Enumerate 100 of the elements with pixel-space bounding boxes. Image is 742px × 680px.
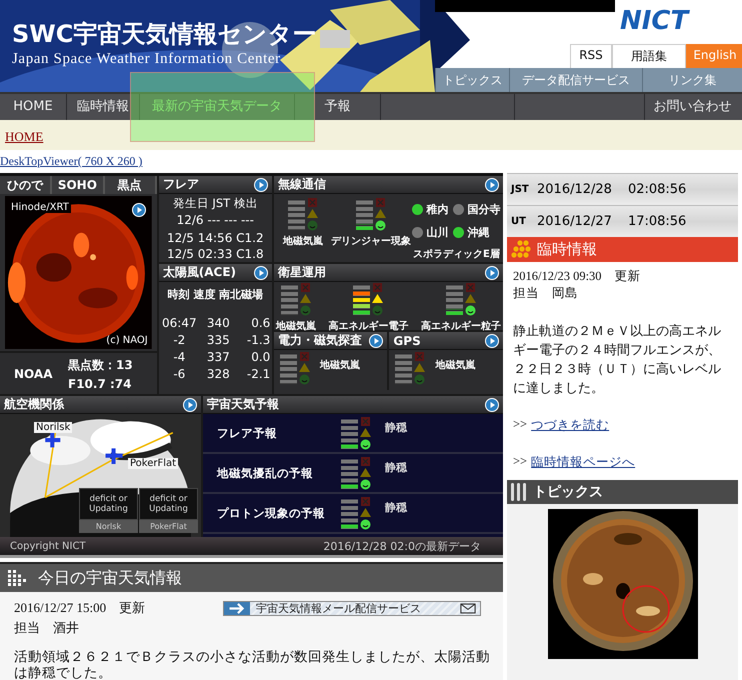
mail-service-button[interactable]: 宇宙天気情報メール配信サービス [223,601,481,616]
play-icon[interactable] [485,334,499,348]
panel-title: 太陽風(ACE) [162,264,236,281]
map-label: Norilsk [34,422,72,433]
timezone-label: JST [511,184,529,195]
status-signs-drawing [414,352,426,385]
header-link[interactable]: RSS [570,44,612,69]
update-time: 2016/12/27 15:00 更新 [14,599,146,617]
copyright: Copyright NICT [10,540,86,552]
station-name: 国分寺 [467,202,500,217]
table-cell-text: -4 [172,350,186,364]
grid-icon [8,570,26,586]
flare-entry: 12/6 --- --- --- [176,213,254,227]
status-signs-drawing [360,496,371,530]
meter-label: スポラディックE層 [413,248,500,261]
station-name: 稚内 [426,202,448,217]
panel-title: GPS [393,334,421,348]
forecast-label: プロトン現象の予報 [217,506,326,520]
status-signs-drawing [360,456,371,490]
text-link[interactable]: つづきを読む [531,417,610,434]
panel-title: 宇宙天気予報 [207,396,279,413]
sunspot-count: 黒点数：13 [68,357,133,374]
breadcrumb-link[interactable]: HOME [5,129,44,144]
meter-label: 地磁気嵐 [435,358,476,372]
map-label: PokerFlat [128,458,178,469]
flare-entry: 12/5 14:56 C1.2 [166,231,264,245]
timezone-label: UT [511,216,527,227]
link-prefix: >> [513,454,528,470]
image-tab[interactable]: ひので [0,176,52,194]
image-tab[interactable]: 黒点 [104,176,157,194]
status-signs-drawing [298,352,310,385]
table-cell-text: -1.3 [246,333,270,347]
status-signs-drawing [374,198,386,231]
station-name: 山川 [426,225,448,240]
panel-title: 航空機関係 [4,396,64,413]
status-box: deficit or Updating [139,488,198,520]
play-icon[interactable] [369,334,384,348]
table-cell-text: 06:47 [161,316,198,330]
author: 担当 酒井 [14,619,80,637]
table-cell-text: 0.0 [250,350,270,364]
nav-tab[interactable]: お問い合わせ [645,94,740,120]
forecast-status: 静穏 [385,460,407,475]
place-label: Norlsk [94,521,122,533]
forecast-status: 静穏 [385,500,407,515]
text-link[interactable]: 臨時情報ページへ [531,454,636,471]
table-cell-text: 340 [206,316,231,330]
alert-text: 静止軌道の２ＭｅＶ以上の高エネルギー電子の２４時間フルエンスが、２２日２３時（ＵＴ）に高いレベルに達しました。 [513,322,722,397]
play-icon[interactable] [254,178,268,192]
dots-icon [511,240,533,260]
panel-title: 電力・磁気探査 [278,332,362,349]
image-label: Hinode/XRT [9,202,71,213]
desktop-viewer-link[interactable]: DeskTopViewer( 760 X 260 ) [0,154,142,169]
meter-label: 高エネルギー粒子 [421,319,501,333]
clock-date: 2016/12/27 [537,214,612,229]
play-icon[interactable] [485,266,499,280]
link-prefix: >> [513,417,528,433]
section-title: 臨時情報 [537,240,597,259]
status-signs-drawing [306,198,318,231]
play-icon[interactable] [254,266,268,280]
image-tab[interactable]: SOHO [52,176,104,194]
header-link[interactable]: 用語集 [612,44,686,69]
table-cell-text: 337 [206,350,231,364]
table-cell-text: 0.6 [250,316,270,330]
author: 担当 岡島 [513,285,579,302]
update-time: 2016/12/23 09:30 更新 [513,268,642,285]
site-logo-subtitle: Japan Space Weather Information Center [12,51,282,68]
table-cell-text: -2.1 [246,367,270,381]
table-cell-text: 335 [206,333,231,347]
status-box: deficit or Updating [79,488,138,520]
section-title: トピックス [533,483,603,501]
panel-title: 衛星運用 [278,264,326,281]
clock-date: 2016/12/28 [537,182,612,197]
table-cell-text: -2 [172,333,186,347]
forecast-status: 静穏 [385,420,407,435]
station-name: 沖縄 [467,225,490,240]
meter-label: 高エネルギー電子 [328,319,408,333]
image-credit: (c) NAOJ [106,335,148,346]
flare-entry: 12/5 02:33 C1.8 [166,247,264,261]
forecast-label: フレア予報 [217,426,278,440]
report-text: 活動領域２６２１でＢクラスの小さな活動が数回発生しましたが、太陽活動は静穏でした。 [14,649,491,680]
status-signs-drawing [360,416,371,450]
bars-icon [511,483,527,501]
meter-label: デリンジャー現象 [330,234,411,248]
site-logo-title[interactable]: SWC宇宙天気情報センター [12,18,316,50]
envelope-icon [460,603,476,614]
panel-title: フレア [162,176,199,193]
panel-title: 無線通信 [278,176,326,193]
play-icon[interactable] [183,398,197,412]
play-icon[interactable] [485,398,499,412]
column-header: 時刻 速度 南北磁場 [167,287,264,302]
meter-label: 地磁気嵐 [282,234,323,248]
clock-time: 17:08:56 [628,214,686,229]
meter-label: 地磁気嵐 [276,320,316,333]
play-icon[interactable] [485,178,499,192]
update-time: 2016/12/28 02:0の最新データ [323,538,481,554]
place-label: PokerFlat [149,521,188,533]
table-cell-text: 328 [206,367,231,381]
meter-label: 地磁気嵐 [320,358,360,372]
nict-logo[interactable]: NICT [620,6,688,36]
clock-time: 02:08:56 [628,182,686,197]
